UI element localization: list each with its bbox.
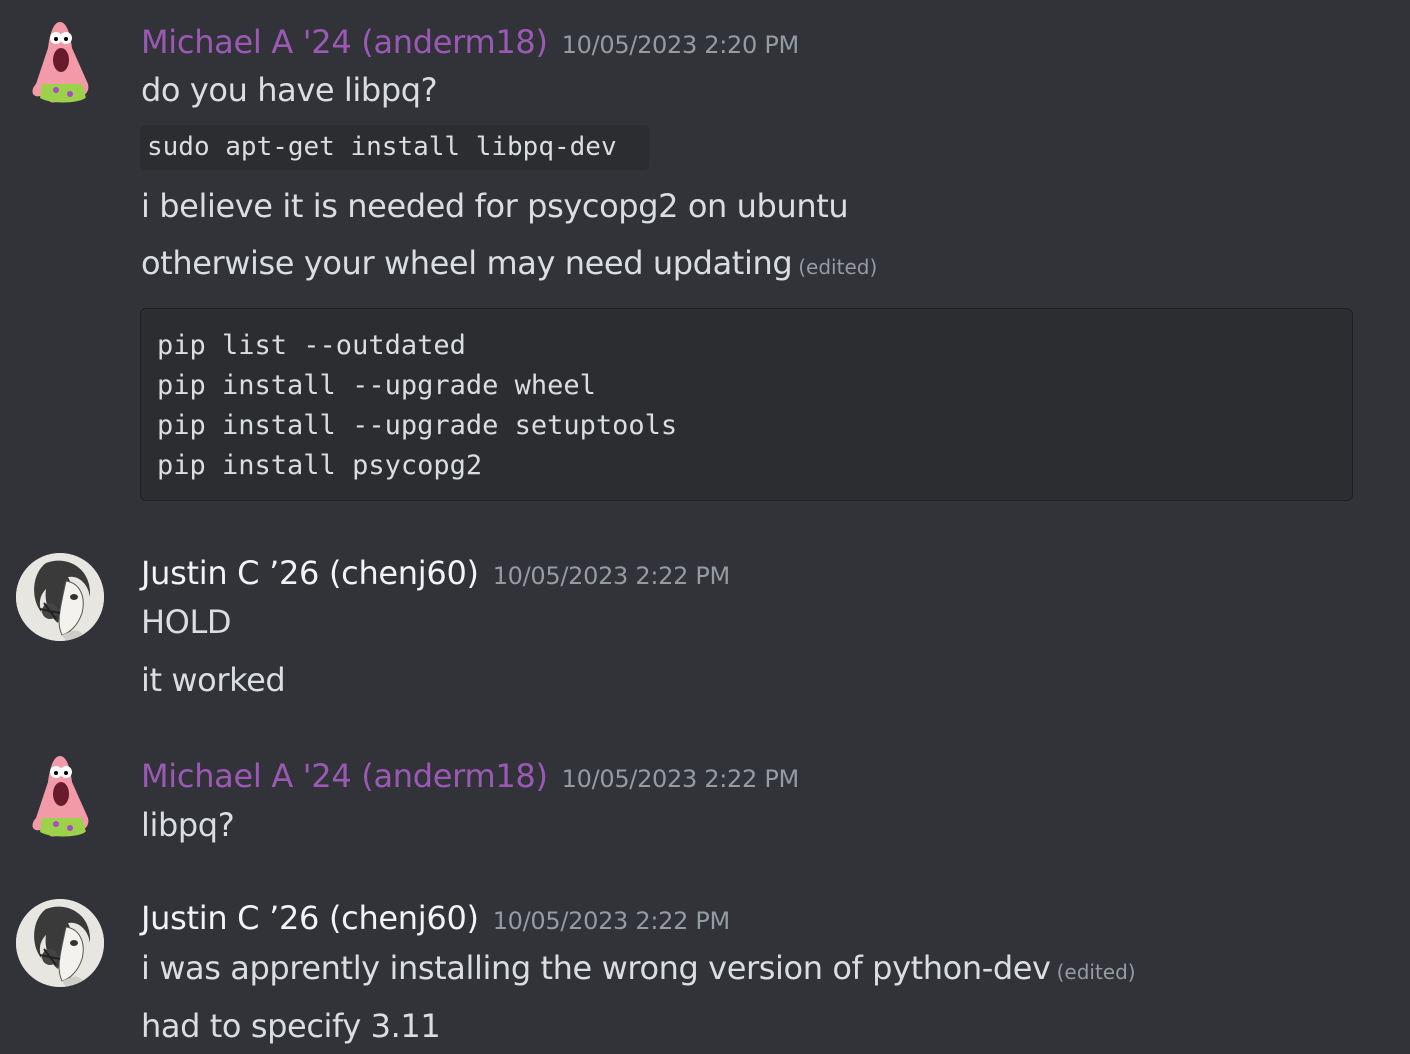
username[interactable]: Michael A '24 (anderm18): [141, 23, 548, 61]
message-text: HOLD: [141, 603, 232, 641]
inline-code: sudo apt-get install libpq-dev: [140, 125, 649, 170]
username[interactable]: Justin C ’26 (chenj60): [141, 899, 479, 937]
message-text: i believe it is needed for psycopg2 on u…: [141, 187, 849, 225]
anime-character-icon: [16, 553, 104, 641]
code-line: pip install --upgrade setuptools: [157, 410, 678, 441]
timestamp[interactable]: 10/05/2023 2:22 PM: [562, 765, 800, 793]
code-line: pip install psycopg2: [157, 450, 483, 481]
username[interactable]: Justin C ’26 (chenj60): [141, 554, 479, 592]
code-line: pip list --outdated: [157, 330, 466, 361]
message-text: libpq?: [141, 806, 235, 844]
message-text: do you have libpq?: [141, 71, 438, 109]
user-avatar[interactable]: [16, 553, 104, 641]
edited-label[interactable]: (edited): [798, 255, 877, 279]
timestamp[interactable]: 10/05/2023 2:20 PM: [562, 31, 800, 59]
message-group: Michael A '24 (anderm18) 10/05/2023 2:20 …: [0, 0, 1410, 510]
code-block: pip list --outdated pip install --upgrad…: [140, 308, 1353, 501]
message-header: Michael A '24 (anderm18) 10/05/2023 2:22 …: [141, 756, 799, 796]
timestamp[interactable]: 10/05/2023 2:22 PM: [493, 907, 731, 935]
message-header: Michael A '24 (anderm18) 10/05/2023 2:20 …: [141, 22, 799, 62]
message-text-content: otherwise your wheel may need updating: [141, 244, 793, 282]
message-header: Justin C ’26 (chenj60) 10/05/2023 2:22 PM: [141, 553, 730, 593]
message-text: otherwise your wheel may need updating (e…: [141, 243, 877, 283]
message-text: it worked: [141, 661, 286, 699]
message-text: had to specify 3.11: [141, 1007, 441, 1045]
code-line: pip install --upgrade wheel: [157, 370, 596, 401]
user-avatar[interactable]: [16, 752, 104, 840]
user-avatar[interactable]: [16, 18, 104, 106]
patrick-star-icon: [32, 756, 89, 837]
patrick-star-icon: [32, 22, 89, 103]
username[interactable]: Michael A '24 (anderm18): [141, 757, 548, 795]
anime-character-icon: [16, 899, 104, 987]
timestamp[interactable]: 10/05/2023 2:22 PM: [493, 562, 731, 590]
message-header: Justin C ’26 (chenj60) 10/05/2023 2:22 PM: [141, 898, 730, 938]
user-avatar[interactable]: [16, 899, 104, 987]
message-text: i was apprently installing the wrong ver…: [141, 948, 1136, 988]
message-text-content: i was apprently installing the wrong ver…: [141, 949, 1051, 987]
edited-label[interactable]: (edited): [1057, 960, 1136, 984]
